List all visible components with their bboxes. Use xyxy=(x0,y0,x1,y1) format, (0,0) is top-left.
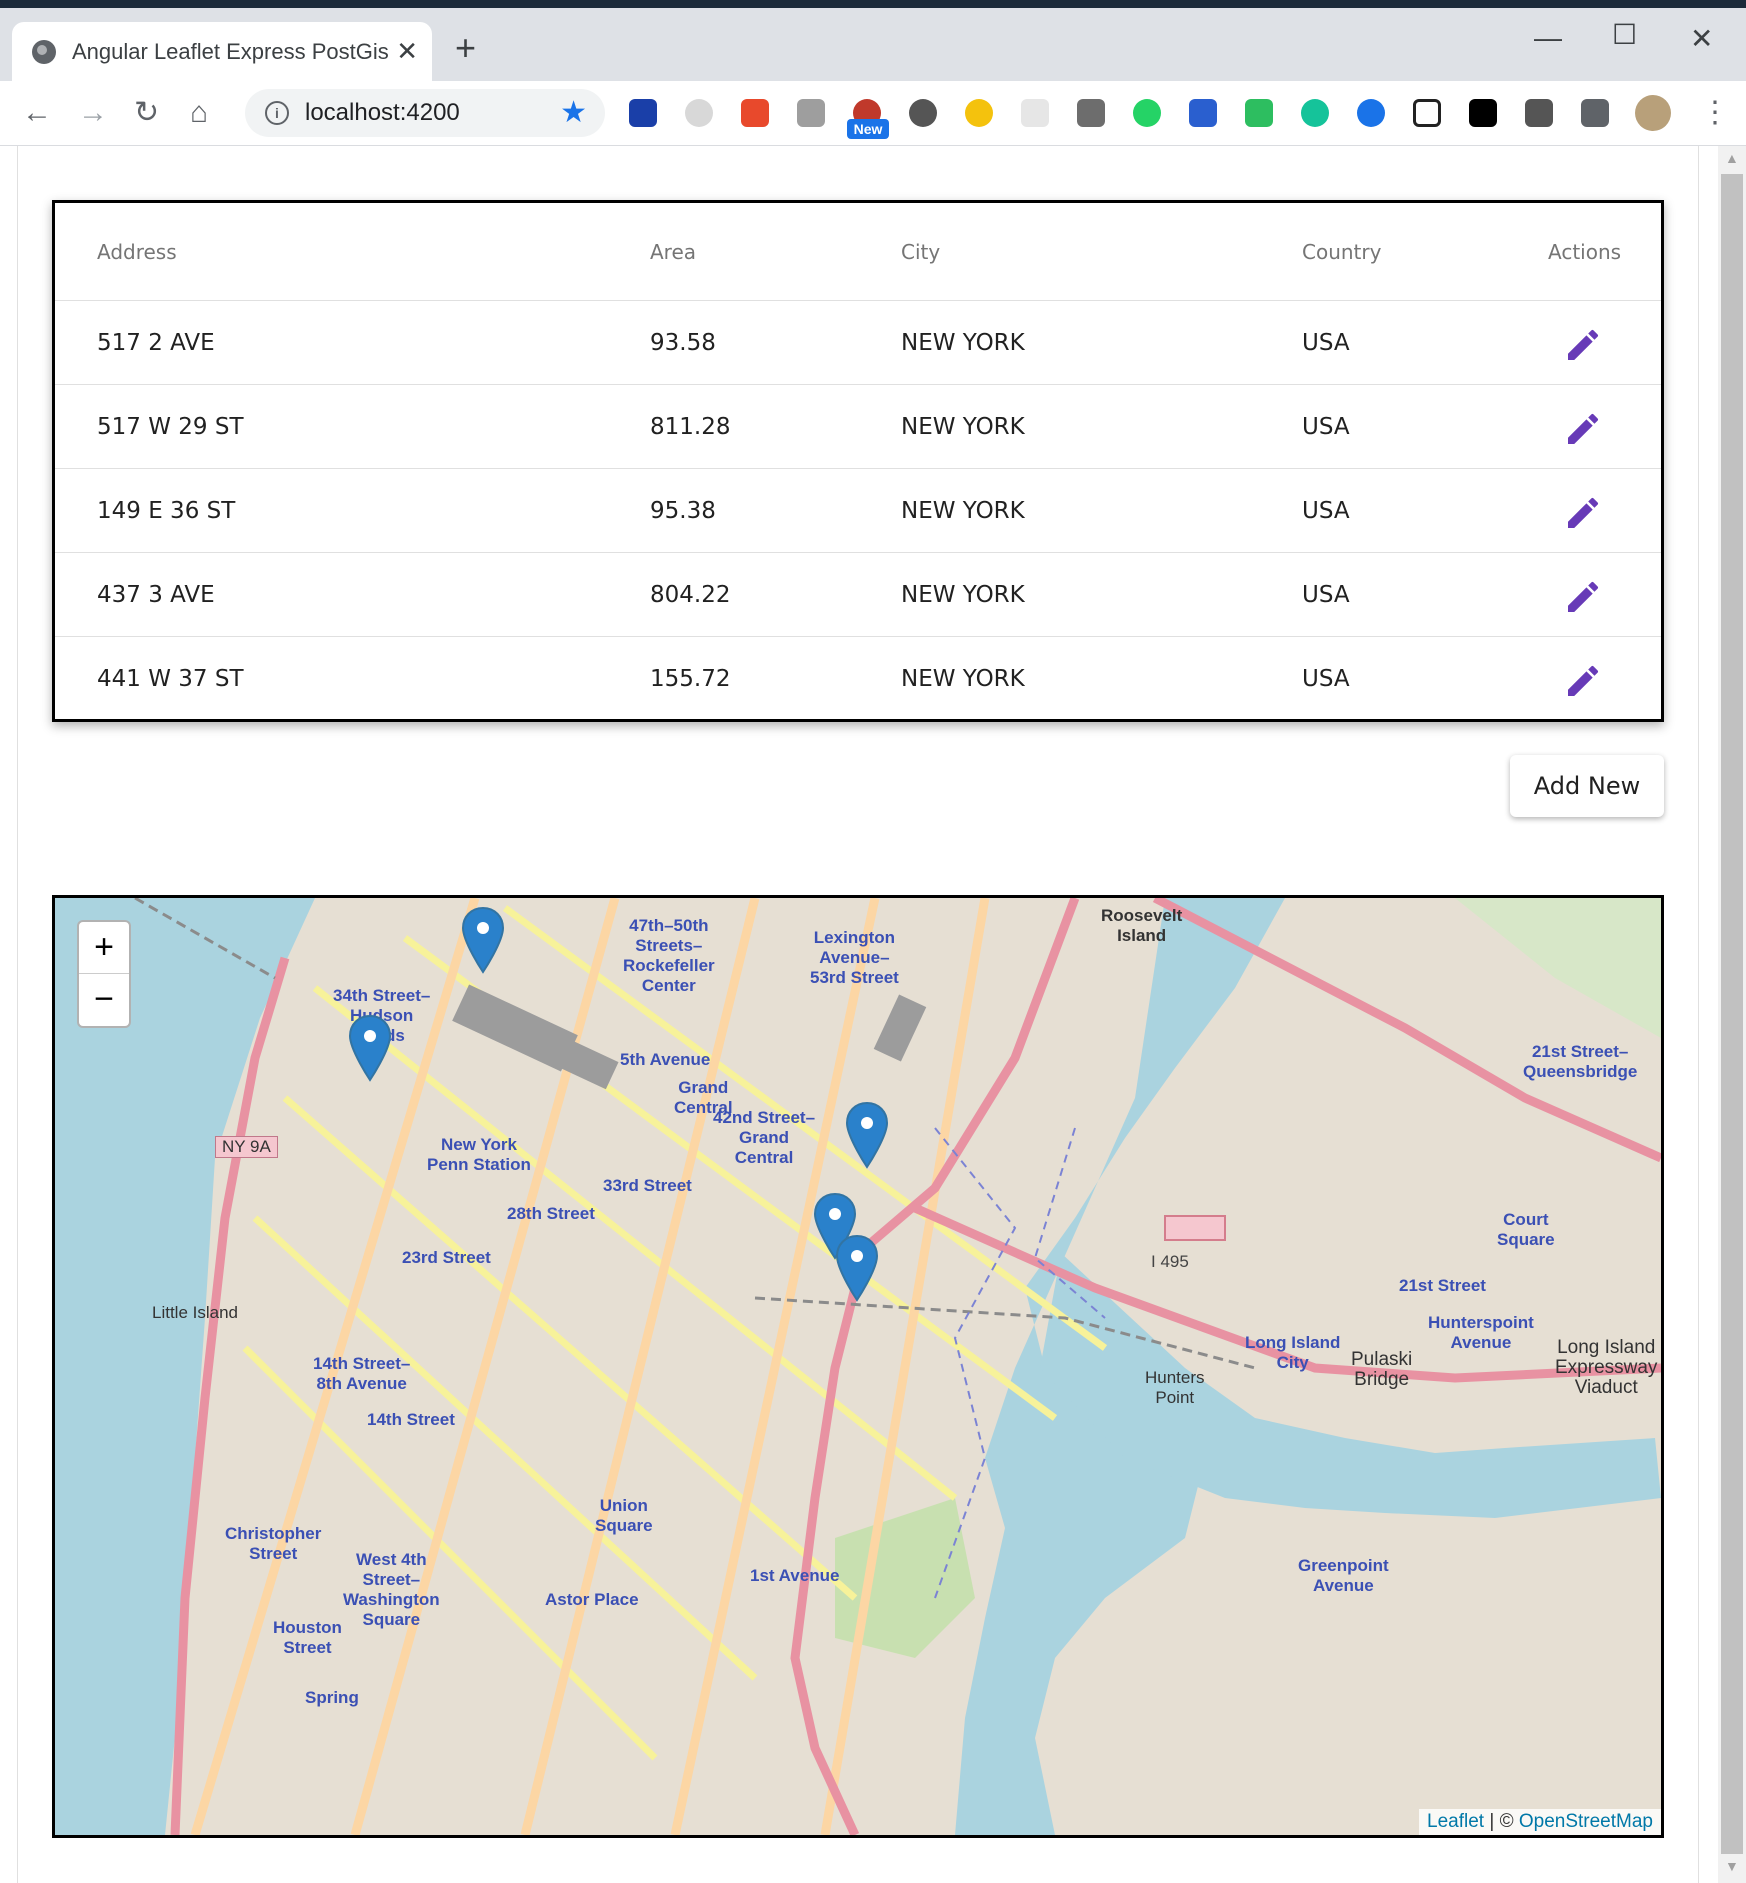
cell-city: NEW YORK xyxy=(901,413,1025,440)
cell-city: NEW YORK xyxy=(901,581,1025,608)
table-header-row: Address Area City Country Actions xyxy=(55,203,1661,301)
zoom-control: + − xyxy=(77,920,131,1028)
home-icon[interactable]: ⌂ xyxy=(190,93,208,133)
openstreetmap-link[interactable]: OpenStreetMap xyxy=(1519,1811,1653,1832)
table-row: 441 W 37 ST 155.72 NEW YORK USA xyxy=(55,637,1661,721)
header-area: Area xyxy=(650,239,697,264)
cell-country: USA xyxy=(1302,581,1350,608)
extension-3-icon[interactable] xyxy=(741,99,769,127)
marker-layer xyxy=(348,906,889,1302)
scroll-down-arrow-icon[interactable]: ▼ xyxy=(1725,1858,1739,1874)
grammarly-icon[interactable] xyxy=(1301,99,1329,127)
zoom-in-button[interactable]: + xyxy=(79,922,129,974)
globe-icon xyxy=(32,39,56,64)
attribution-separator: | © xyxy=(1484,1811,1519,1832)
os-top-strip xyxy=(0,0,1746,8)
whatsapp-icon[interactable] xyxy=(1133,99,1161,127)
scrollbar-thumb[interactable] xyxy=(1721,174,1743,1854)
scroll-up-arrow-icon[interactable]: ▲ xyxy=(1725,150,1739,166)
site-info-icon[interactable]: i xyxy=(265,101,289,125)
table-row: 149 E 36 ST 95.38 NEW YORK USA xyxy=(55,469,1661,553)
reload-icon[interactable]: ↻ xyxy=(134,93,159,133)
map-marker-icon[interactable] xyxy=(835,1234,879,1302)
extension-17-icon[interactable] xyxy=(1525,99,1553,127)
leaflet-map[interactable]: 47th–50th Streets– Rockefeller Center Le… xyxy=(52,895,1664,1838)
table-row: 437 3 AVE 804.22 NEW YORK USA xyxy=(55,553,1661,637)
table-row: 517 W 29 ST 811.28 NEW YORK USA xyxy=(55,385,1661,469)
edit-pencil-icon[interactable] xyxy=(1563,325,1603,365)
extension-1-icon[interactable] xyxy=(629,99,657,127)
header-country: Country xyxy=(1302,239,1382,264)
cell-address: 149 E 36 ST xyxy=(97,497,236,524)
extension-8-icon[interactable] xyxy=(1021,99,1049,127)
header-actions: Actions xyxy=(1548,239,1622,264)
tab-title: Angular Leaflet Express PostGis D xyxy=(72,38,389,64)
jetbrains-icon[interactable] xyxy=(1469,99,1497,127)
close-tab-icon[interactable]: ✕ xyxy=(396,36,418,67)
star-extension-icon[interactable] xyxy=(965,99,993,127)
map-marker-icon[interactable] xyxy=(348,1014,392,1082)
puzzle-icon[interactable] xyxy=(1581,99,1609,127)
cell-area: 93.58 xyxy=(650,329,716,356)
extension-2-icon[interactable] xyxy=(685,99,713,127)
extension-14-icon[interactable] xyxy=(1357,99,1385,127)
zoom-out-button[interactable]: − xyxy=(79,974,129,1026)
cell-address: 517 W 29 ST xyxy=(97,413,244,440)
url-text: localhost:4200 xyxy=(305,99,460,126)
map-marker-icon[interactable] xyxy=(845,1101,889,1169)
cell-address: 517 2 AVE xyxy=(97,329,215,356)
cell-area: 811.28 xyxy=(650,413,731,440)
forward-arrow-icon[interactable]: → xyxy=(78,93,108,133)
browser-tab[interactable]: Angular Leaflet Express PostGis D ✕ xyxy=(12,22,432,81)
eyedropper-icon[interactable] xyxy=(1077,99,1105,127)
header-address: Address xyxy=(97,239,177,264)
browser-tab-bar: Angular Leaflet Express PostGis D ✕ + — … xyxy=(0,8,1746,81)
edit-pencil-icon[interactable] xyxy=(1563,409,1603,449)
map-marker-icon[interactable] xyxy=(461,906,505,974)
edit-pencil-icon[interactable] xyxy=(1563,661,1603,701)
map-attribution: Leaflet | © OpenStreetMap xyxy=(1419,1809,1661,1835)
page-right-border xyxy=(1698,146,1699,1883)
cell-country: USA xyxy=(1302,329,1350,356)
page-left-border xyxy=(17,146,18,1883)
cell-address: 441 W 37 ST xyxy=(97,666,244,692)
wordpress-icon[interactable] xyxy=(909,99,937,127)
maximize-icon[interactable]: ☐ xyxy=(1612,18,1637,51)
minimize-icon[interactable]: — xyxy=(1534,22,1562,54)
address-bar[interactable]: i localhost:4200 ★ xyxy=(245,89,605,137)
kebab-menu-icon[interactable]: ⋮ xyxy=(1700,95,1730,130)
cell-area: 95.38 xyxy=(650,497,716,524)
browser-toolbar: ← → ↻ ⌂ i localhost:4200 ★ New ⋮ xyxy=(0,81,1746,146)
extension-11-icon[interactable] xyxy=(1189,99,1217,127)
evernote-icon[interactable] xyxy=(1245,99,1273,127)
bookmark-star-icon[interactable]: ★ xyxy=(560,95,587,130)
back-arrow-icon[interactable]: ← xyxy=(22,93,52,133)
header-city: City xyxy=(901,239,941,264)
cell-country: USA xyxy=(1302,666,1350,692)
edit-pencil-icon[interactable] xyxy=(1563,493,1603,533)
extension-4-icon[interactable] xyxy=(797,99,825,127)
avatar[interactable] xyxy=(1635,95,1671,131)
window-close-icon[interactable]: ✕ xyxy=(1690,22,1713,55)
new-badge: New xyxy=(847,119,889,139)
cell-address: 437 3 AVE xyxy=(97,581,215,608)
cell-city: NEW YORK xyxy=(901,329,1025,356)
properties-table: Address Area City Country Actions 517 2 … xyxy=(52,200,1664,722)
cell-area: 155.72 xyxy=(650,666,731,692)
add-new-button[interactable]: Add New xyxy=(1510,755,1664,817)
cell-area: 804.22 xyxy=(650,581,731,608)
screenshot-icon[interactable] xyxy=(1413,99,1441,127)
table-row: 517 2 AVE 93.58 NEW YORK USA xyxy=(55,301,1661,385)
cell-country: USA xyxy=(1302,413,1350,440)
new-tab-button[interactable]: + xyxy=(455,28,476,68)
cell-city: NEW YORK xyxy=(901,666,1025,692)
edit-pencil-icon[interactable] xyxy=(1563,577,1603,617)
cell-country: USA xyxy=(1302,497,1350,524)
leaflet-link[interactable]: Leaflet xyxy=(1427,1811,1484,1832)
cell-city: NEW YORK xyxy=(901,497,1025,524)
